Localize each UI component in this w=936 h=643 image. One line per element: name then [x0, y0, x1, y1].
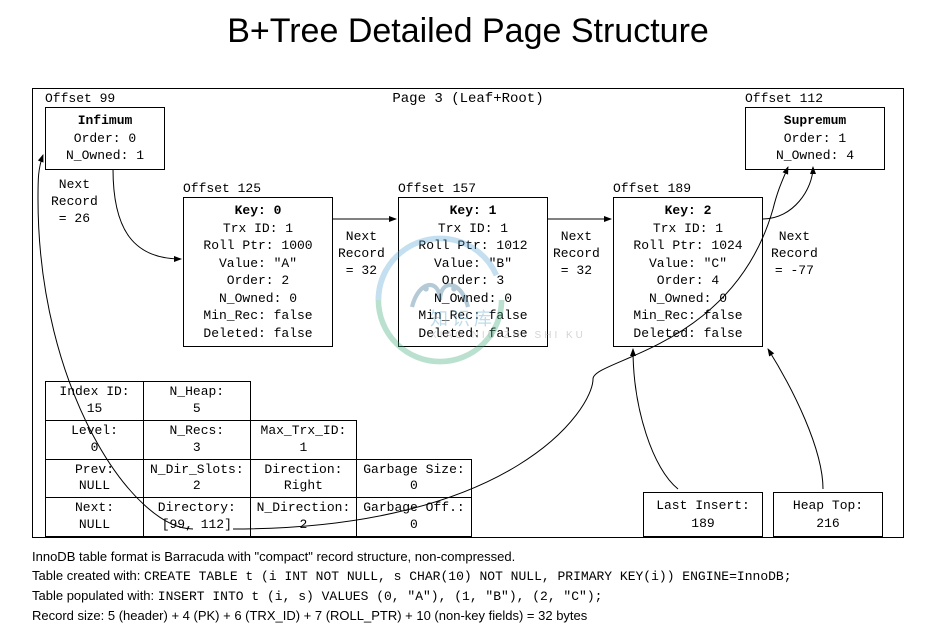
cell-goff: Garbage Off.: 0: [357, 498, 471, 537]
cell-next: Next: NULL: [46, 498, 144, 537]
rec1-roll: Roll Ptr: 1012: [407, 237, 539, 255]
rec1-next-label: Next Record = 32: [553, 229, 600, 280]
supremum-order: Order: 1: [754, 130, 876, 148]
rec2-roll: Roll Ptr: 1024: [622, 237, 754, 255]
rec2-trx: Trx ID: 1: [622, 220, 754, 238]
rec0-roll: Roll Ptr: 1000: [192, 237, 324, 255]
cell-gsize: Garbage Size: 0: [357, 459, 471, 498]
infimum-record: Infimum Order: 0 N_Owned: 1: [45, 107, 165, 170]
rec0-value: Value: "A": [192, 255, 324, 273]
table-row: Prev: NULL N_Dir_Slots: 2 Direction: Rig…: [46, 459, 472, 498]
infimum-name: Infimum: [54, 112, 156, 130]
footer-line-2: Table created with: CREATE TABLE t (i IN…: [32, 567, 792, 587]
cell-level: Level: 0: [46, 420, 144, 459]
table-row: Level: 0 N_Recs: 3 Max_Trx_ID: 1: [46, 420, 472, 459]
page-title: B+Tree Detailed Page Structure: [0, 0, 936, 51]
rec1-key: Key: 1: [407, 202, 539, 220]
rec1-deleted: Deleted: false: [407, 325, 539, 343]
rec0-deleted: Deleted: false: [192, 325, 324, 343]
rec1: Key: 1 Trx ID: 1 Roll Ptr: 1012 Value: "…: [398, 197, 548, 347]
rec0-key: Key: 0: [192, 202, 324, 220]
rec2-nowned: N_Owned: 0: [622, 290, 754, 308]
infimum-nowned: N_Owned: 1: [54, 147, 156, 165]
cell-maxtrx: Max_Trx_ID: 1: [250, 420, 357, 459]
page-label: Page 3 (Leaf+Root): [392, 91, 543, 107]
infimum-offset: Offset 99: [45, 91, 115, 106]
footer-notes: InnoDB table format is Barracuda with "c…: [32, 548, 792, 625]
stats-table: Index ID: 15 N_Heap: 5 Level: 0 N_Recs: …: [45, 381, 472, 537]
rec0: Key: 0 Trx ID: 1 Roll Ptr: 1000 Value: "…: [183, 197, 333, 347]
rec1-nowned: N_Owned: 0: [407, 290, 539, 308]
table-row: Index ID: 15 N_Heap: 5: [46, 382, 472, 421]
rec0-minrec: Min_Rec: false: [192, 307, 324, 325]
rec2-order: Order: 4: [622, 272, 754, 290]
supremum-name: Supremum: [754, 112, 876, 130]
cell-direction: Direction: Right: [250, 459, 357, 498]
rec1-order: Order: 3: [407, 272, 539, 290]
rec2-offset: Offset 189: [613, 181, 691, 196]
rec2: Key: 2 Trx ID: 1 Roll Ptr: 1024 Value: "…: [613, 197, 763, 347]
rec0-offset: Offset 125: [183, 181, 261, 196]
supremum-record: Supremum Order: 1 N_Owned: 4: [745, 107, 885, 170]
rec0-nowned: N_Owned: 0: [192, 290, 324, 308]
rec1-value: Value: "B": [407, 255, 539, 273]
rec0-trx: Trx ID: 1: [192, 220, 324, 238]
footer-line-1: InnoDB table format is Barracuda with "c…: [32, 548, 792, 567]
cell-nrecs: N_Recs: 3: [144, 420, 251, 459]
rec1-offset: Offset 157: [398, 181, 476, 196]
cell-ndirection: N_Direction: 2: [250, 498, 357, 537]
rec2-deleted: Deleted: false: [622, 325, 754, 343]
table-row: Next: NULL Directory: [99, 112] N_Direct…: [46, 498, 472, 537]
cell-directory: Directory: [99, 112]: [144, 498, 251, 537]
rec2-next-label: Next Record = -77: [771, 229, 818, 280]
footer-line-4: Record size: 5 (header) + 4 (PK) + 6 (TR…: [32, 607, 792, 626]
rec2-value: Value: "C": [622, 255, 754, 273]
cell-prev: Prev: NULL: [46, 459, 144, 498]
cell-index-id: Index ID: 15: [46, 382, 144, 421]
infimum-next-label: Next Record = 26: [51, 177, 98, 228]
supremum-offset: Offset 112: [745, 91, 823, 106]
rec0-order: Order: 2: [192, 272, 324, 290]
rec1-trx: Trx ID: 1: [407, 220, 539, 238]
page-frame: Page 3 (Leaf+Root) Offset 99 Infimum Ord…: [32, 88, 904, 538]
rec0-next-label: Next Record = 32: [338, 229, 385, 280]
cell-nheap: N_Heap: 5: [144, 382, 251, 421]
rec1-minrec: Min_Rec: false: [407, 307, 539, 325]
heap-top-box: Heap Top: 216: [773, 492, 883, 537]
supremum-nowned: N_Owned: 4: [754, 147, 876, 165]
rec2-key: Key: 2: [622, 202, 754, 220]
last-insert-box: Last Insert: 189: [643, 492, 763, 537]
footer-line-3: Table populated with: INSERT INTO t (i, …: [32, 587, 792, 607]
rec2-minrec: Min_Rec: false: [622, 307, 754, 325]
cell-ndirslots: N_Dir_Slots: 2: [144, 459, 251, 498]
infimum-order: Order: 0: [54, 130, 156, 148]
